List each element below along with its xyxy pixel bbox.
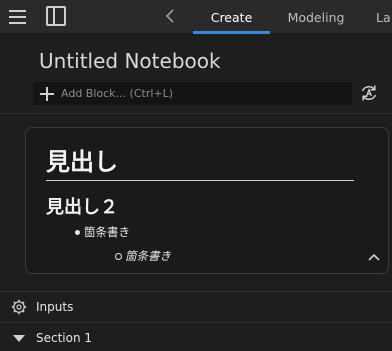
tab-la[interactable]: La bbox=[376, 0, 392, 34]
add-block-placeholder: Add Block... (Ctrl+L) bbox=[61, 87, 174, 100]
triangle-down-icon bbox=[13, 335, 25, 342]
tab-modeling[interactable]: Modeling bbox=[280, 0, 352, 34]
section-inputs[interactable]: Inputs bbox=[0, 291, 392, 322]
section-label: Inputs bbox=[36, 300, 74, 314]
bullet-item-level1[interactable]: 箇条書き bbox=[75, 224, 130, 240]
bullet-text: 箇条書き bbox=[84, 225, 130, 239]
text-block-card[interactable]: 見出し 見出し２ 箇条書き 箇条書き bbox=[25, 127, 389, 274]
gear-icon bbox=[11, 299, 27, 315]
notebook-title[interactable]: Untitled Notebook bbox=[39, 49, 221, 73]
add-block-input[interactable]: Add Block... (Ctrl+L) bbox=[33, 82, 352, 105]
plus-icon bbox=[39, 86, 55, 102]
bullet-circle-icon bbox=[115, 252, 122, 260]
top-toolbar: Create Modeling La bbox=[0, 0, 392, 34]
section-label: Section 1 bbox=[36, 331, 93, 345]
bullet-dot-icon bbox=[75, 229, 80, 235]
menu-icon[interactable] bbox=[7, 7, 27, 27]
section-1[interactable]: Section 1 bbox=[0, 322, 392, 351]
bullet-text: 箇条書き bbox=[125, 249, 171, 263]
heading-rule bbox=[46, 180, 354, 181]
sidebar-toggle-icon[interactable] bbox=[46, 6, 66, 26]
tab-create[interactable]: Create bbox=[193, 0, 270, 34]
chevron-left-icon[interactable] bbox=[163, 6, 177, 26]
heading-1[interactable]: 見出し bbox=[46, 142, 118, 177]
heading-2[interactable]: 見出し２ bbox=[46, 193, 118, 219]
sync-icon[interactable] bbox=[359, 83, 379, 103]
divider bbox=[0, 113, 392, 114]
chevron-up-icon[interactable] bbox=[367, 248, 381, 261]
bullet-item-level2[interactable]: 箇条書き bbox=[115, 248, 171, 264]
